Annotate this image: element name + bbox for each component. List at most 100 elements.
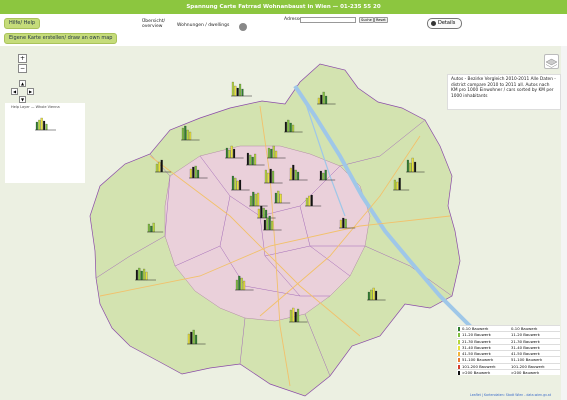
bar <box>45 123 48 131</box>
bar <box>398 177 401 191</box>
bar-cluster[interactable] <box>155 159 172 173</box>
bar <box>240 277 243 291</box>
bar <box>184 125 187 141</box>
bar <box>257 208 260 219</box>
bar <box>231 175 234 191</box>
bar <box>140 270 143 281</box>
bar <box>308 195 311 207</box>
bar <box>411 157 414 173</box>
bar <box>275 150 278 159</box>
dwellings-label: Wohnungen / dwellings <box>177 23 230 28</box>
bar-cluster[interactable] <box>319 169 336 181</box>
bar <box>292 164 295 181</box>
bar <box>233 148 236 159</box>
bar <box>393 179 396 191</box>
bar <box>197 169 200 179</box>
bar <box>150 225 153 233</box>
bar <box>305 197 308 207</box>
bar-cluster[interactable] <box>235 275 254 291</box>
bar <box>409 162 412 173</box>
bar <box>267 172 270 184</box>
help-button[interactable]: Hilfe/ Help <box>4 18 41 29</box>
map-canvas[interactable]: + − ▲ ◀ ▶ ▼ Help Layer — Whole Vienna Au… <box>0 46 567 400</box>
map-legend: 0-10 Bauwerk 0-10 Bauwerk 11-20 Bauwerk 11-… <box>457 325 560 376</box>
bar <box>268 215 271 231</box>
bar <box>266 217 269 231</box>
app-title: Spannung Carte Fatrrad Wohnanbaust in Wi… <box>186 4 381 10</box>
bar <box>289 309 292 323</box>
reset-button[interactable]: Reset <box>374 17 388 23</box>
bar <box>236 180 239 191</box>
bar-cluster[interactable] <box>231 81 252 97</box>
bar <box>367 291 370 301</box>
dwellings-toggle[interactable] <box>239 23 247 31</box>
bar <box>187 333 190 345</box>
bar-cluster[interactable] <box>305 194 322 207</box>
bar <box>189 168 192 179</box>
bar <box>40 117 43 131</box>
bar-cluster[interactable] <box>284 119 303 133</box>
bar <box>279 193 282 204</box>
legend-swatch <box>458 371 460 376</box>
bar <box>277 190 280 204</box>
bar-cluster[interactable] <box>246 152 265 166</box>
bar <box>158 161 161 173</box>
bar <box>238 275 241 291</box>
bar-cluster[interactable] <box>135 267 156 281</box>
bar <box>38 119 41 131</box>
bar <box>230 145 233 159</box>
draw-own-map-button[interactable]: Eigene Karte erstellen/ draw an own map <box>4 33 118 44</box>
bar-cluster[interactable] <box>257 205 276 219</box>
bar-cluster[interactable] <box>249 191 268 207</box>
bar <box>143 268 146 281</box>
bar-cluster[interactable] <box>187 329 206 345</box>
bar <box>271 220 274 231</box>
bar <box>189 131 192 141</box>
bar-cluster[interactable] <box>181 125 200 141</box>
bar-cluster[interactable] <box>406 157 425 173</box>
bar-cluster[interactable] <box>367 287 386 301</box>
bar <box>254 153 257 166</box>
bar <box>272 170 275 184</box>
bar-cluster[interactable] <box>289 164 308 181</box>
details-icon <box>431 21 436 26</box>
bar-cluster[interactable] <box>225 145 244 159</box>
bar-cluster[interactable] <box>147 222 164 233</box>
bar <box>370 289 373 301</box>
bar <box>241 88 244 97</box>
bar-cluster[interactable] <box>189 165 208 179</box>
map-attribution[interactable]: Leaflet | Kartendaten: Stadt Wien - data… <box>470 393 551 397</box>
scrollbar[interactable] <box>561 46 567 400</box>
bar <box>43 120 46 131</box>
bar <box>320 94 323 105</box>
bar <box>231 81 234 97</box>
bar-cluster[interactable] <box>231 175 250 191</box>
bar-cluster[interactable] <box>264 168 283 184</box>
search-button[interactable]: Suche <box>359 17 374 23</box>
bar <box>225 147 228 159</box>
bar <box>264 169 267 184</box>
bar <box>375 290 378 301</box>
bar <box>406 159 409 173</box>
bar-cluster[interactable] <box>317 91 336 105</box>
bar <box>372 287 375 301</box>
bar-cluster[interactable] <box>35 117 56 131</box>
bar-cluster[interactable] <box>339 217 356 229</box>
address-input[interactable] <box>300 17 356 23</box>
bar <box>272 145 275 159</box>
bar <box>289 167 292 181</box>
bar <box>294 169 297 181</box>
bar-cluster[interactable] <box>289 307 308 323</box>
bar-cluster[interactable] <box>267 145 286 159</box>
bar <box>246 152 249 166</box>
bar <box>322 172 325 181</box>
bar <box>192 329 195 345</box>
bar <box>322 91 325 105</box>
details-button[interactable]: Details <box>427 18 462 29</box>
legend-row: >200 Bauwerk >200 Bauwerk <box>457 369 560 376</box>
bar <box>155 163 158 173</box>
bar-cluster[interactable] <box>393 177 410 191</box>
bar-cluster[interactable] <box>274 190 291 204</box>
bar <box>257 192 260 207</box>
bar <box>292 307 295 323</box>
